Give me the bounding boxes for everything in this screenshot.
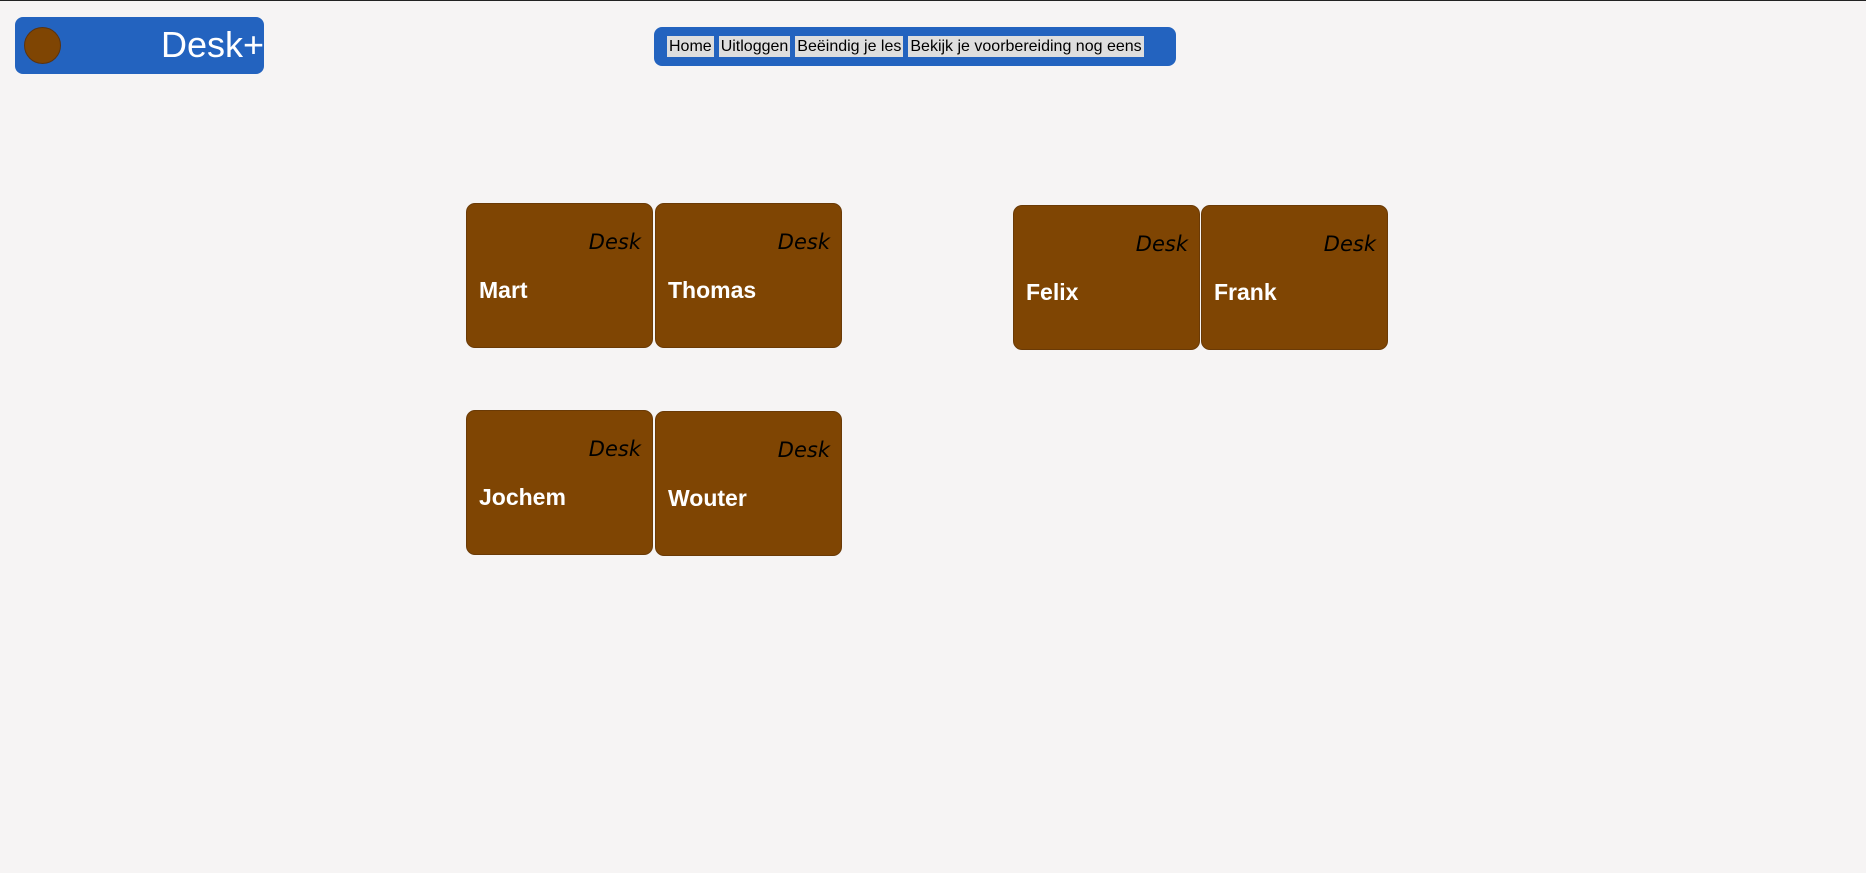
desk-label: Desk (588, 230, 641, 254)
desk-card-mart[interactable]: Desk Mart (466, 203, 653, 348)
logo-text: Desk+ (160, 24, 264, 65)
student-name: Felix (1026, 279, 1079, 305)
desk-card-jochem[interactable]: Desk Jochem (466, 410, 653, 555)
main-nav: Home Uitloggen Beëindig je les Bekijk je… (654, 27, 1176, 66)
desk-label: Desk (777, 230, 830, 254)
desk-label: Desk (1323, 232, 1376, 256)
nav-end-lesson-button[interactable]: Beëindig je les (795, 36, 904, 57)
desk-card-wouter[interactable]: Desk Wouter (655, 411, 842, 556)
student-name: Thomas (668, 277, 757, 303)
nav-view-preparation-button[interactable]: Bekijk je voorbereiding nog eens (908, 36, 1144, 57)
nav-logout-button[interactable]: Uitloggen (718, 36, 791, 57)
desk-label: Desk (777, 438, 830, 462)
student-name: Jochem (479, 484, 566, 510)
desk-label: Desk (1135, 232, 1188, 256)
desk-label: Desk (588, 437, 641, 461)
logo: Desk+ (15, 17, 264, 74)
nav-home-button[interactable]: Home (667, 36, 714, 57)
student-name: Frank (1214, 279, 1277, 305)
desk-card-frank[interactable]: Desk Frank (1201, 205, 1388, 350)
student-name: Wouter (668, 485, 747, 511)
desk-card-thomas[interactable]: Desk Thomas (655, 203, 842, 348)
desk-card-felix[interactable]: Desk Felix (1013, 205, 1200, 350)
student-name: Mart (479, 277, 528, 303)
logo-circle-icon (24, 27, 61, 64)
